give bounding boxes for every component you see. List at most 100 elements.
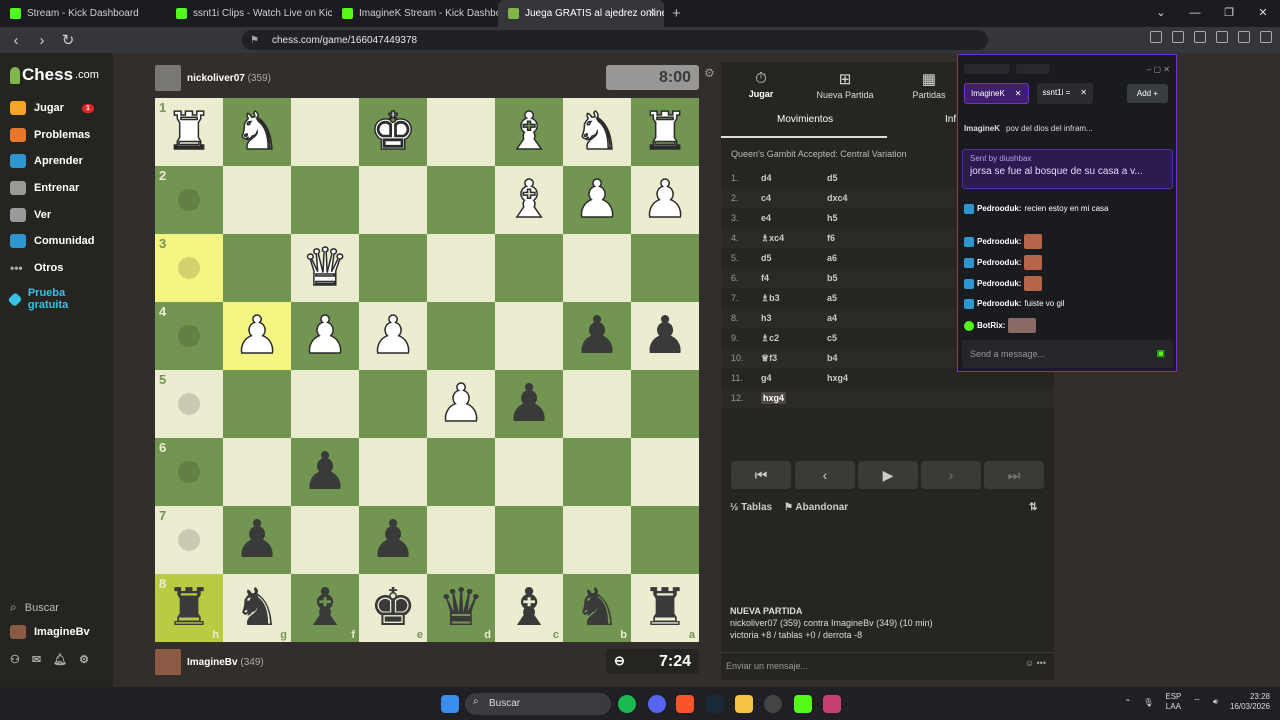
extension-icon[interactable] bbox=[1150, 31, 1162, 43]
tab-movimientos[interactable]: Movimientos bbox=[777, 114, 833, 125]
player-name[interactable]: nickoliver07 bbox=[187, 73, 245, 84]
board-square[interactable]: ♟ bbox=[495, 370, 563, 438]
board-square[interactable]: ♞ bbox=[563, 98, 631, 166]
next-move-button[interactable]: ▶ bbox=[858, 461, 918, 489]
kick-icon[interactable] bbox=[794, 695, 812, 713]
board-square[interactable]: e ♚ bbox=[359, 574, 427, 642]
sidebar-item-prueba[interactable]: Prueba gratuita bbox=[7, 287, 100, 311]
white-pawn-piece[interactable]: ♟ bbox=[359, 302, 427, 370]
board-square[interactable]: ♟ bbox=[563, 166, 631, 234]
white-king-piece[interactable]: ♚ bbox=[359, 98, 427, 166]
board-square[interactable]: ♟ bbox=[563, 302, 631, 370]
wallet-icon[interactable] bbox=[1216, 31, 1228, 43]
board-square[interactable] bbox=[291, 506, 359, 574]
board-square[interactable] bbox=[223, 166, 291, 234]
close-window-icon[interactable]: ✕ bbox=[1246, 0, 1280, 27]
board-square[interactable]: 8 h ♜ bbox=[155, 574, 223, 642]
black-move[interactable]: a6 bbox=[827, 253, 893, 263]
reload-icon[interactable]: ↻ bbox=[58, 31, 78, 49]
white-move[interactable]: g4 bbox=[761, 373, 827, 383]
sidebar-icon[interactable] bbox=[1194, 31, 1206, 43]
friends-icon[interactable]: ⚇ bbox=[10, 653, 20, 666]
board-square[interactable]: ♟ bbox=[631, 302, 699, 370]
tab-nueva-partida[interactable]: ⊞ Nueva Partida bbox=[805, 70, 885, 100]
board-square[interactable]: ♟ bbox=[631, 166, 699, 234]
board-square[interactable]: ♟ bbox=[291, 438, 359, 506]
white-bishop-piece[interactable]: ♝ bbox=[495, 166, 563, 234]
board-square[interactable]: ♝ bbox=[495, 98, 563, 166]
board-square[interactable]: ♟ bbox=[223, 506, 291, 574]
windows-start-icon[interactable] bbox=[441, 695, 459, 713]
black-rook-piece[interactable]: ♜ bbox=[631, 574, 699, 642]
white-move[interactable]: hxg4 bbox=[761, 392, 827, 404]
board-square[interactable] bbox=[427, 302, 495, 370]
clock-date[interactable]: 23:28 16/03/2026 bbox=[1230, 692, 1270, 712]
board-square[interactable]: ♟ bbox=[291, 302, 359, 370]
board-square[interactable] bbox=[359, 234, 427, 302]
game-chat-input[interactable]: Enviar un mensaje... ☺ ••• bbox=[721, 652, 1054, 676]
black-pawn-piece[interactable]: ♟ bbox=[495, 370, 563, 438]
white-pawn-piece[interactable]: ♟ bbox=[563, 166, 631, 234]
sidebar-item-entrenar[interactable]: Entrenar bbox=[10, 181, 79, 195]
black-bishop-piece[interactable]: ♝ bbox=[495, 574, 563, 642]
minimize-icon[interactable]: — bbox=[1178, 0, 1212, 27]
kick-tab[interactable]: ssnt1i = ✕ bbox=[1036, 83, 1093, 104]
chesscom-logo[interactable]: Chess .com bbox=[10, 65, 99, 85]
black-move[interactable]: c5 bbox=[827, 333, 893, 343]
black-queen-piece[interactable]: ♛ bbox=[427, 574, 495, 642]
resign-button[interactable]: ⚑ Abandonar bbox=[784, 502, 848, 513]
black-move[interactable]: h5 bbox=[827, 213, 893, 223]
board-square[interactable] bbox=[495, 506, 563, 574]
draw-button[interactable]: ½ Tablas bbox=[730, 502, 772, 513]
board-square[interactable]: 4 bbox=[155, 302, 223, 370]
board-square[interactable] bbox=[427, 98, 495, 166]
black-pawn-piece[interactable]: ♟ bbox=[291, 438, 359, 506]
tab-jugar[interactable]: ⏱ Jugar bbox=[721, 70, 801, 99]
white-move[interactable]: e4 bbox=[761, 213, 827, 223]
board-square[interactable]: 3 bbox=[155, 234, 223, 302]
black-move[interactable]: b5 bbox=[827, 273, 893, 283]
black-pawn-piece[interactable]: ♟ bbox=[631, 302, 699, 370]
board-square[interactable]: c ♝ bbox=[495, 574, 563, 642]
last-move-button[interactable]: ⏭ bbox=[984, 461, 1044, 489]
white-knight-piece[interactable]: ♞ bbox=[223, 98, 291, 166]
black-pawn-piece[interactable]: ♟ bbox=[359, 506, 427, 574]
board-square[interactable] bbox=[223, 370, 291, 438]
kick-tab[interactable]: ImagineK ✕ bbox=[964, 83, 1029, 104]
back-icon[interactable]: ‹ bbox=[6, 32, 26, 49]
board-square[interactable] bbox=[427, 506, 495, 574]
browser-tab-active[interactable]: Juega GRATIS al ajedrez online - ✕ bbox=[498, 0, 664, 27]
steam-icon[interactable] bbox=[706, 695, 724, 713]
browser-tab[interactable]: Stream - Kick Dashboard bbox=[0, 0, 166, 27]
white-move[interactable]: ♗c2 bbox=[761, 333, 827, 344]
maximize-icon[interactable]: ❐ bbox=[1212, 0, 1246, 27]
board-square[interactable] bbox=[427, 438, 495, 506]
black-knight-piece[interactable]: ♞ bbox=[223, 574, 291, 642]
white-move[interactable]: d5 bbox=[761, 253, 827, 263]
board-square[interactable]: ♝ bbox=[495, 166, 563, 234]
white-pawn-piece[interactable]: ♟ bbox=[223, 302, 291, 370]
board-square[interactable] bbox=[563, 370, 631, 438]
board-square[interactable]: ♟ bbox=[359, 506, 427, 574]
white-bishop-piece[interactable]: ♝ bbox=[495, 98, 563, 166]
new-tab-icon[interactable]: + bbox=[672, 5, 681, 22]
avatar[interactable] bbox=[155, 65, 181, 91]
url-bar[interactable]: ⚑ chess.com/game/166047449378 bbox=[242, 30, 988, 50]
black-move[interactable]: a4 bbox=[827, 313, 893, 323]
prev-move-button[interactable]: ‹ bbox=[795, 461, 855, 489]
first-move-button[interactable]: ⏮ bbox=[731, 461, 791, 489]
legal-move-dot[interactable] bbox=[178, 325, 200, 347]
board-square[interactable] bbox=[495, 302, 563, 370]
obs-icon[interactable] bbox=[764, 695, 782, 713]
black-move[interactable]: d5 bbox=[827, 173, 893, 183]
browser-tab[interactable]: ssnt1i Clips - Watch Live on Kick bbox=[166, 0, 332, 27]
bell-icon[interactable]: 🔔︎ bbox=[53, 653, 67, 666]
white-move[interactable]: d4 bbox=[761, 173, 827, 183]
sidebar-item-problemas[interactable]: Problemas bbox=[10, 128, 90, 142]
board-square[interactable] bbox=[631, 370, 699, 438]
close-icon[interactable]: ✕ bbox=[1080, 88, 1087, 99]
board-square[interactable] bbox=[631, 506, 699, 574]
board-square[interactable]: ♞ bbox=[223, 98, 291, 166]
board-square[interactable] bbox=[563, 438, 631, 506]
legal-move-dot[interactable] bbox=[178, 461, 200, 483]
